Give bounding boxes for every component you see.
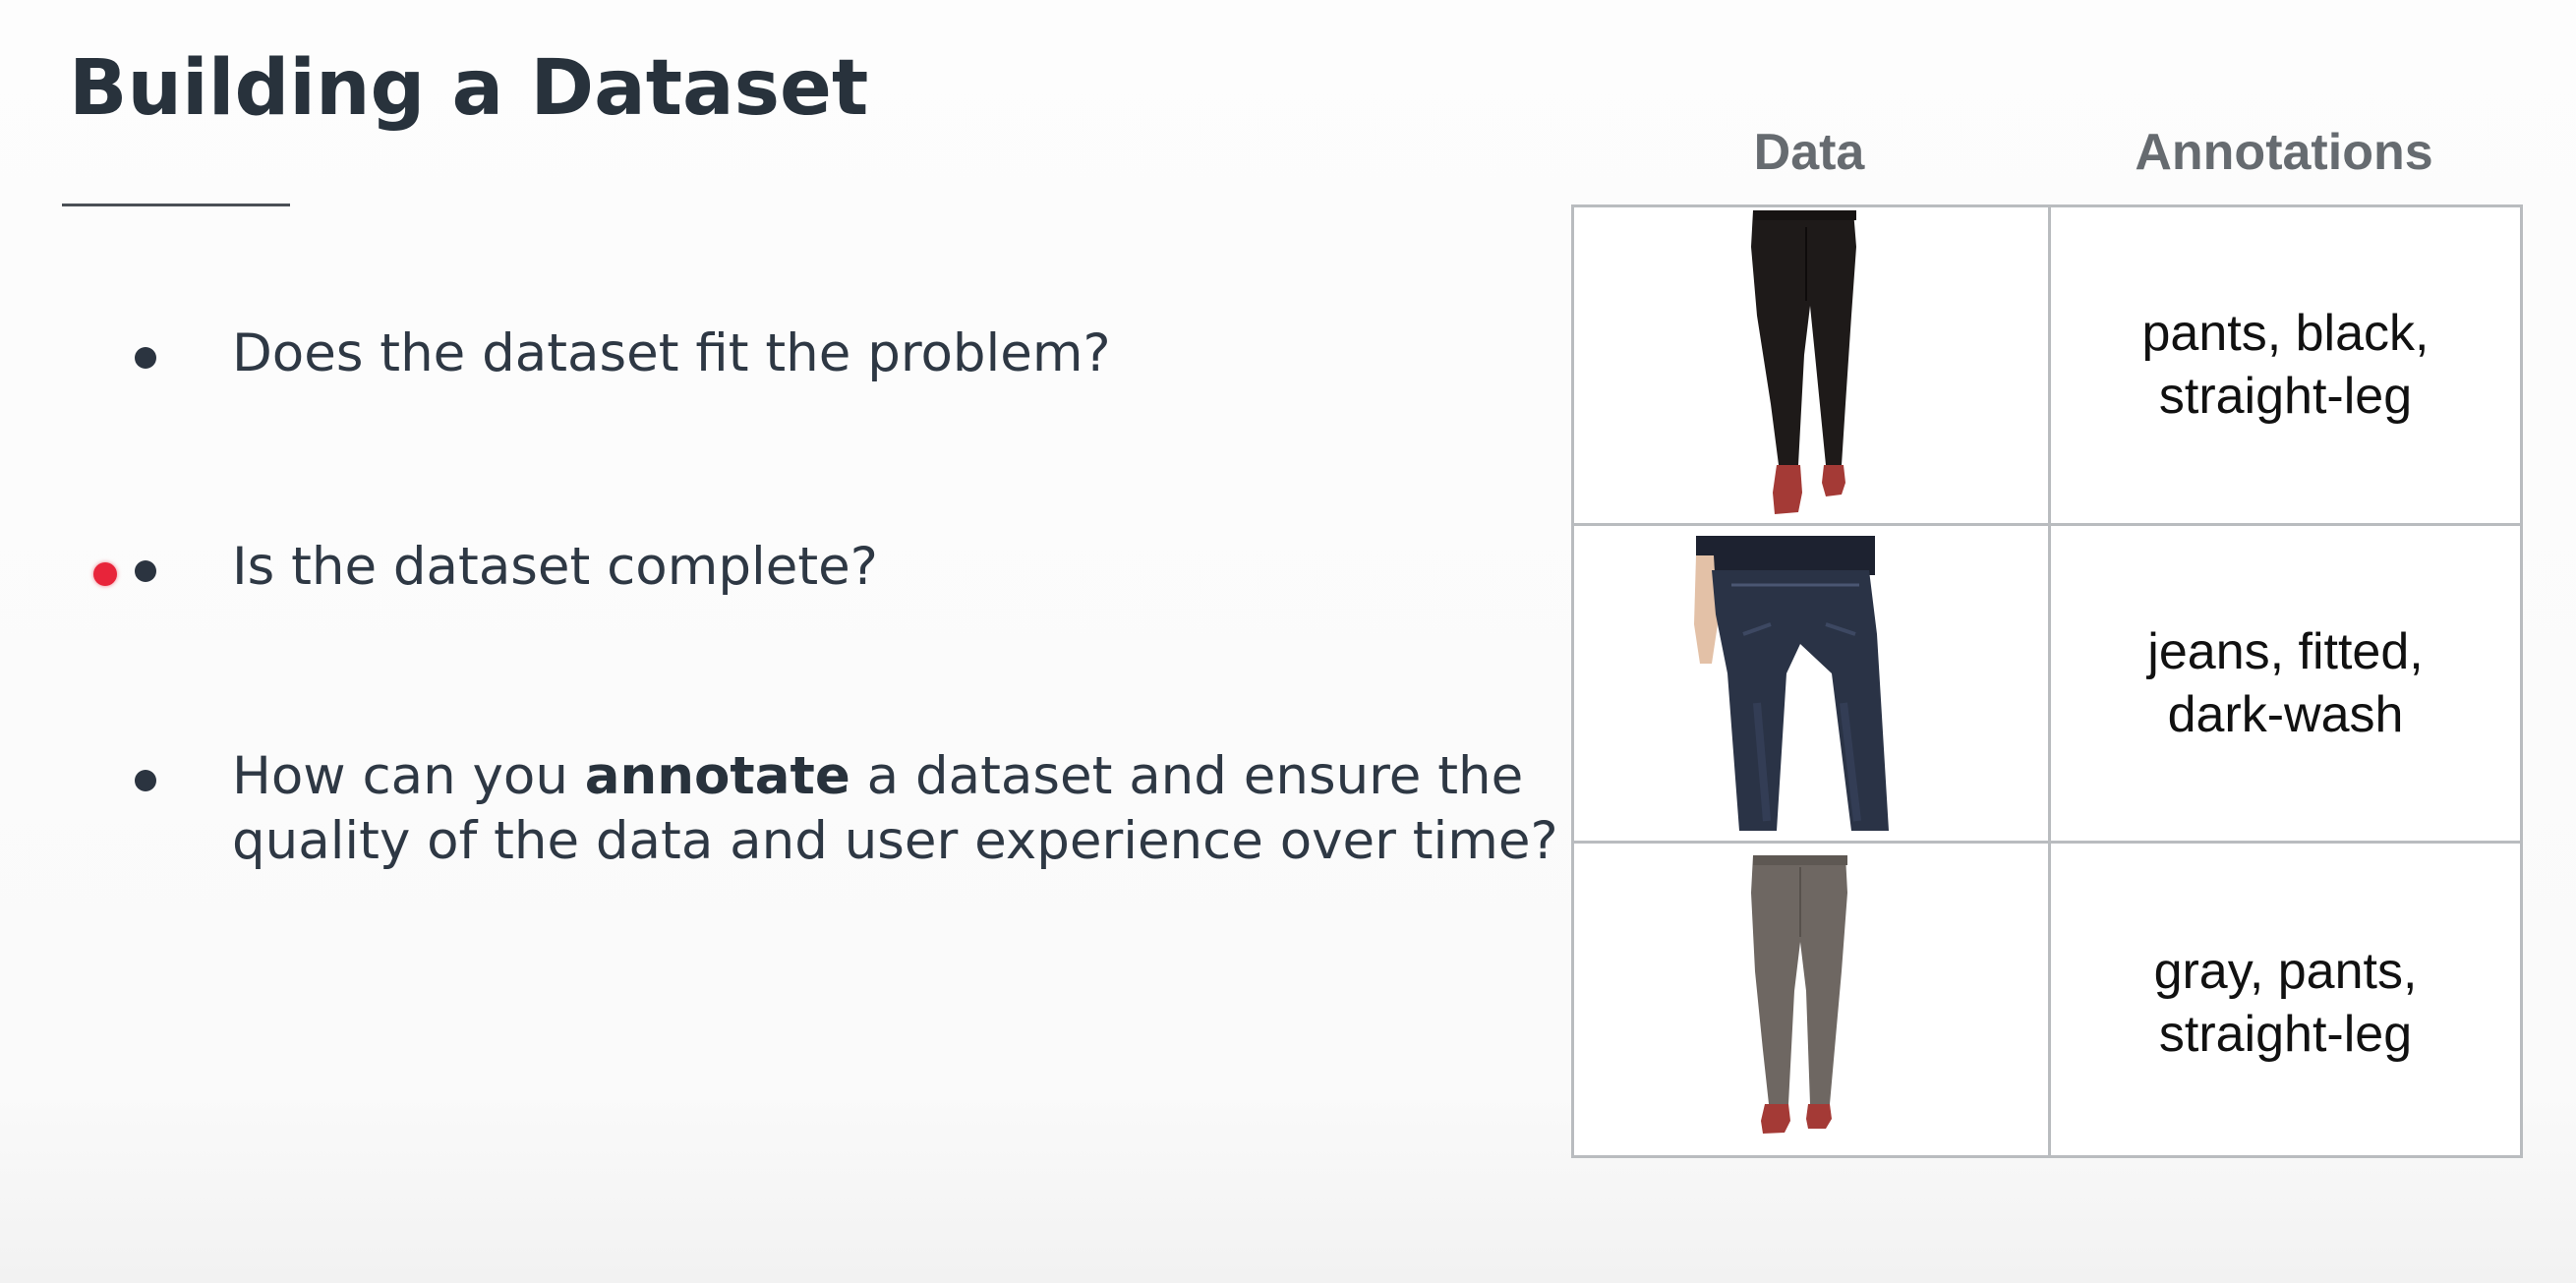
bullet-item-2: Is the dataset complete?	[232, 535, 878, 600]
gray-pants-image	[1751, 855, 1847, 1134]
table-cell-annotation-3: gray, pants, straight-leg	[2153, 943, 2418, 1063]
black-pants-image	[1751, 210, 1856, 514]
bullet-item-3-line-2: quality of the data and user experience …	[232, 811, 1558, 871]
column-header-annotations: Annotations	[2135, 124, 2433, 181]
table-cell-image-black-pants	[1574, 207, 2048, 523]
column-header-data: Data	[1753, 124, 1865, 181]
table-cell-annotation-1: pants, black, straight-leg	[2141, 305, 2430, 425]
bullet-marker	[135, 347, 156, 369]
laser-pointer-dot	[93, 562, 117, 586]
jeans-shape	[1712, 570, 1889, 831]
bullet-item-3-line-1: How can you annotate a dataset and ensur…	[232, 746, 1524, 806]
right-shoe-shape	[1822, 465, 1845, 496]
bullet-item-1-text: Does the dataset fit the problem?	[232, 323, 1111, 383]
black-pants-shape	[1751, 210, 1856, 465]
title-underline	[62, 204, 290, 206]
table-cell-annotation-2: jeans, fitted, dark-wash	[2147, 623, 2424, 743]
slide-title: Building a Dataset	[69, 44, 869, 133]
dataset-table: pants, black, straight-leg jeans, fitted…	[1571, 204, 2523, 1158]
table-cell-image-gray-pants	[1574, 844, 2048, 1155]
slide: Building a Dataset Does the dataset fit …	[0, 0, 2576, 1283]
table-cell-image-jeans	[1574, 526, 2048, 841]
bullet-marker	[135, 560, 156, 582]
bullet-item-3-bold: annotate	[584, 746, 850, 806]
bullet-item-3: How can you annotate a dataset and ensur…	[232, 744, 1558, 874]
right-shoe-shape	[1806, 1104, 1832, 1129]
jeans-image	[1694, 536, 1889, 831]
bullet-item-1: Does the dataset fit the problem?	[232, 321, 1111, 386]
bullet-marker	[135, 770, 156, 791]
left-shoe-shape	[1761, 1104, 1790, 1134]
top-shirt-shape	[1696, 536, 1875, 575]
bullet-item-2-text: Is the dataset complete?	[232, 537, 878, 597]
left-shoe-shape	[1773, 465, 1802, 514]
